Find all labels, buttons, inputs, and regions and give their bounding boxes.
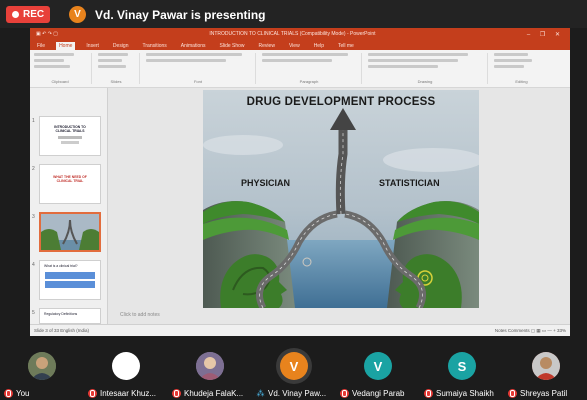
participant-tile[interactable]: Khudeja FalaK... [168,344,252,400]
meeting-top-bar: REC V Vd. Vinay Pawar is presenting [0,0,587,28]
qat-icons: ▣ ↶ ↷ ▢ [36,31,58,37]
avatar [112,352,140,380]
participant-tile[interactable]: Shreyas Patil [504,344,587,400]
group-label-editing: Editing [515,79,528,84]
ribbon-tabs: File Home Insert Design Transitions Anim… [30,40,570,50]
tab-home[interactable]: Home [56,42,76,50]
participant-name: Sumaiya Shaikh [436,389,494,398]
thumb-number: 5 [32,310,35,316]
tab-file[interactable]: File [34,42,48,50]
participant-name: Vd. Vinay Paw... [268,389,327,398]
speaking-icon: ⁂ [256,389,265,398]
group-label-font: Font [193,79,202,84]
status-left: Slide 3 of 33 English (India) [34,328,90,333]
group-label-paragraph: Paragraph [299,79,319,84]
presenting-banner: Vd. Vinay Pawar is presenting [95,8,266,22]
thumb-number: 1 [32,118,35,124]
group-editing[interactable]: Editing [494,53,554,84]
thumb-number: 2 [32,166,35,172]
thumb5-title: Regulatory Definitions [44,312,78,316]
participant-name: Intesaar Khuz... [100,389,157,398]
tab-slide-show[interactable]: Slide Show [217,42,248,50]
mic-muted-icon [172,389,181,398]
group-slides[interactable]: Slides [98,53,140,84]
slide-thumbnail-pane: 1 INTRODUCTION TO CLINICAL TRIALS 2 WHAT… [30,88,108,324]
ribbon-body: Clipboard Slides Font Paragraph Drawing … [30,50,570,88]
group-label-clipboard: Clipboard [51,79,69,84]
tab-tell-me[interactable]: Tell me [335,42,357,50]
avatar: V [364,352,392,380]
notes-pane[interactable]: Click to add notes [120,312,160,318]
tab-review[interactable]: Review [256,42,278,50]
slide-canvas [203,90,479,308]
mic-muted-icon [508,389,517,398]
mic-muted-icon [424,389,433,398]
thumb-number: 3 [32,214,35,220]
tab-view[interactable]: View [286,42,303,50]
recording-label: REC [23,9,45,20]
thumb3-preview [41,214,99,250]
avatar [196,352,224,380]
slide-thumbnail-2[interactable]: WHAT THE NEED OF CLINICAL TRIAL [39,164,101,204]
participant-name: Khudeja FalaK... [184,389,244,398]
participant-name: You [16,389,30,398]
thumb4-title: What is a clinical trial? [44,264,78,268]
status-right[interactable]: Notes Comments ▢ ▦ ▭ — + 33% [495,328,566,334]
thumb2-title: WHAT THE NEED OF CLINICAL TRIAL [53,175,87,183]
slide-thumbnail-3-selected[interactable] [39,212,101,252]
thumb-number: 4 [32,262,35,268]
tab-design[interactable]: Design [110,42,132,50]
mic-muted-icon [88,389,97,398]
mic-muted-icon [340,389,349,398]
tab-help[interactable]: Help [311,42,327,50]
group-label-drawing: Drawing [417,79,433,84]
participant-tile[interactable]: S Sumaiya Shaikh [420,344,504,400]
tab-transitions[interactable]: Transitions [140,42,170,50]
avatar [28,352,56,380]
slide-title: DRUG DEVELOPMENT PROCESS [246,96,436,108]
participant-tile-speaking[interactable]: V ⁂ Vd. Vinay Paw... [252,344,336,400]
mic-muted-icon [4,389,13,398]
recording-indicator: REC [6,6,50,23]
participant-tile[interactable]: V Vedangi Parab [336,344,420,400]
thumb1-title: INTRODUCTION TO CLINICAL TRIALS [54,125,86,133]
group-paragraph[interactable]: Paragraph [262,53,362,84]
participant-name: Vedangi Parab [352,389,405,398]
tab-animations[interactable]: Animations [178,42,209,50]
ppt-document-title: INTRODUCTION TO CLINICAL TRIALS (Compati… [209,31,376,37]
group-drawing[interactable]: Drawing [368,53,488,84]
tab-insert[interactable]: Insert [83,42,102,50]
group-clipboard[interactable]: Clipboard [34,53,92,84]
physician-label: PHYSICIAN [241,178,291,188]
slide-thumbnail-1[interactable]: INTRODUCTION TO CLINICAL TRIALS [39,116,101,156]
avatar: V [280,352,308,380]
participant-name: Shreyas Patil [520,389,568,398]
current-slide[interactable]: DRUG DEVELOPMENT PROCESS PHYSICIAN STATI… [203,90,479,308]
slide-thumbnail-4[interactable]: What is a clinical trial? [39,260,101,300]
shared-screen: ▣ ↶ ↷ ▢ INTRODUCTION TO CLINICAL TRIALS … [30,28,570,336]
avatar: S [448,352,476,380]
statistician-label: STATISTICIAN [379,178,440,188]
record-dot-icon [12,11,19,18]
group-label-slides: Slides [110,79,122,84]
window-controls[interactable]: – ❐ ✕ [527,31,564,38]
ppt-title-bar: ▣ ↶ ↷ ▢ INTRODUCTION TO CLINICAL TRIALS … [30,28,570,40]
slide-thumbnail-5[interactable]: Regulatory Definitions [39,308,101,324]
participant-strip: You Intesaar Khuz... Khudeja FalaK... V … [0,344,587,400]
participant-tile[interactable]: You [0,344,84,400]
group-font[interactable]: Font [146,53,256,84]
ppt-work-area: 1 INTRODUCTION TO CLINICAL TRIALS 2 WHAT… [30,88,570,324]
avatar [532,352,560,380]
participant-tile[interactable]: Intesaar Khuz... [84,344,168,400]
presenter-avatar: V [69,6,86,23]
ppt-status-bar: Slide 3 of 33 English (India) Notes Comm… [30,324,570,336]
